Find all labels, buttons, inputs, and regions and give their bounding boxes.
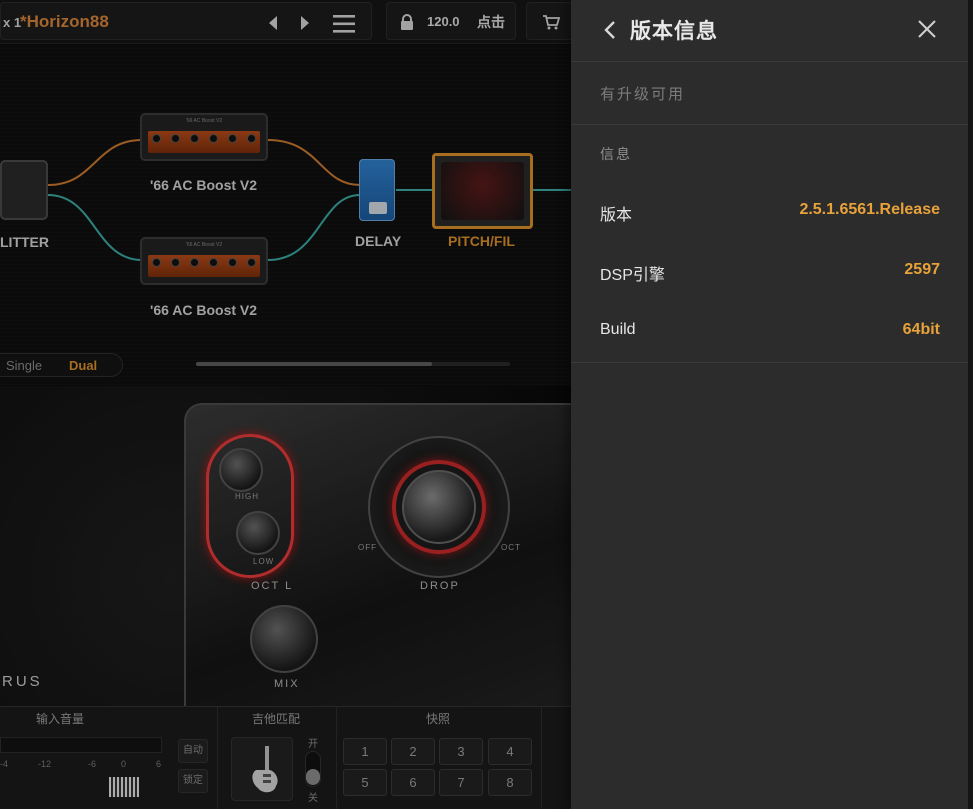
update-available-text: 有升级可用 xyxy=(600,86,686,103)
panel-header: 版本信息 xyxy=(571,0,973,62)
update-available-row[interactable]: 有升级可用 xyxy=(571,63,973,125)
build-value: 64bit xyxy=(902,321,940,338)
info-row-build: Build 64bit xyxy=(571,311,973,351)
version-info-panel: 版本信息 有升级可用 信息 版本 2.5.1.6561.Release DSP引… xyxy=(571,0,973,809)
info-row-version: 版本 2.5.1.6561.Release xyxy=(571,191,973,231)
window-edge xyxy=(968,0,973,809)
version-value: 2.5.1.6561.Release xyxy=(799,201,940,218)
info-section-divider xyxy=(571,362,973,363)
version-label: 版本 xyxy=(600,207,633,224)
info-section-title: 信息 xyxy=(600,146,632,162)
build-label: Build xyxy=(600,321,636,338)
back-chevron-icon[interactable] xyxy=(599,18,623,42)
app-window: x 1 *Horizon88 120.0 点击 LITTER '66 AC Bo… xyxy=(0,0,973,809)
dsp-engine-label: DSP引擎 xyxy=(600,267,665,284)
info-row-dsp: DSP引擎 2597 xyxy=(571,251,973,291)
host-area: x 1 *Horizon88 120.0 点击 LITTER '66 AC Bo… xyxy=(0,0,571,809)
close-icon[interactable] xyxy=(916,18,938,40)
modal-scrim[interactable] xyxy=(0,0,571,809)
dsp-engine-value: 2597 xyxy=(904,261,940,278)
panel-title: 版本信息 xyxy=(630,20,718,43)
